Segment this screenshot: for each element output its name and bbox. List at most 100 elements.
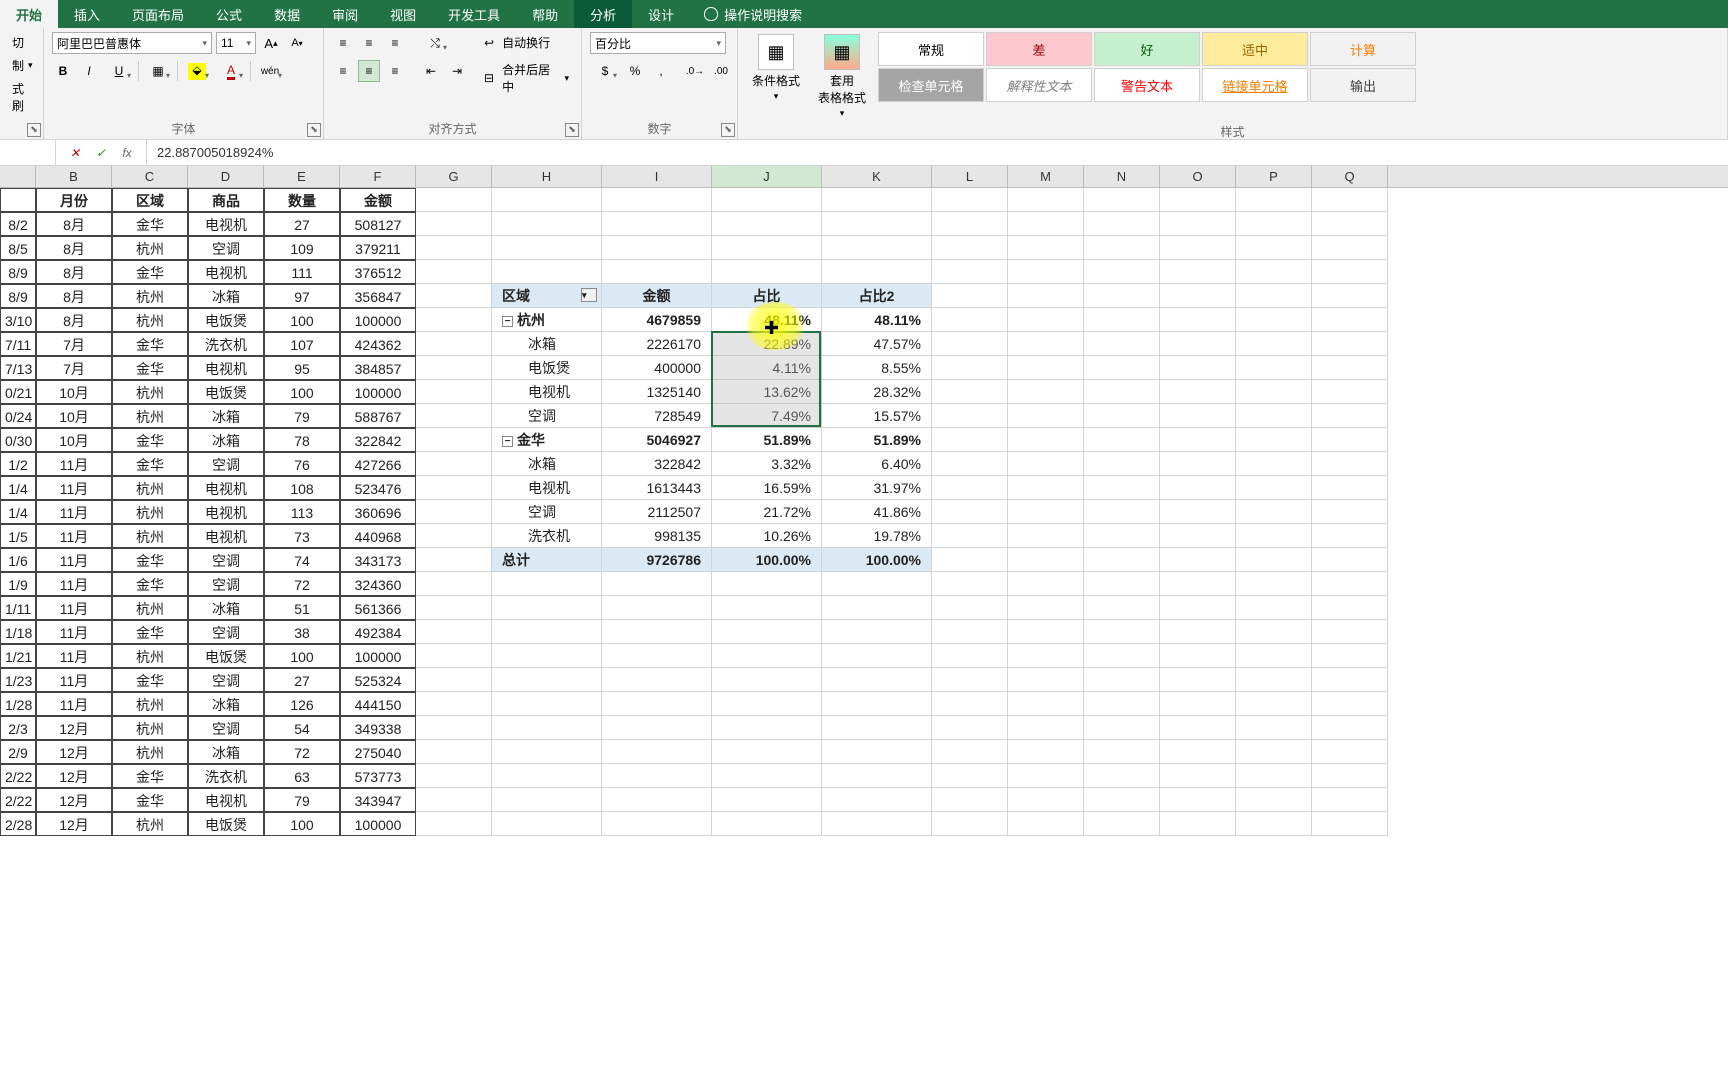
cell[interactable]	[1312, 212, 1388, 236]
cell[interactable]	[1160, 740, 1236, 764]
cell[interactable]	[416, 284, 492, 308]
data-region[interactable]: 金华	[112, 260, 188, 284]
worksheet[interactable]: BCDEFGHIJKLMNOPQ 月份区域商品数量金额8/28月金华电视机275…	[0, 166, 1728, 836]
cell[interactable]	[932, 356, 1008, 380]
pivot-hdr-pct2[interactable]: 占比2	[822, 284, 932, 308]
cell[interactable]	[416, 740, 492, 764]
data-product[interactable]: 电视机	[188, 212, 264, 236]
data-date[interactable]: 1/21	[0, 644, 36, 668]
data-month[interactable]: 11月	[36, 596, 112, 620]
data-qty[interactable]: 72	[264, 740, 340, 764]
cell[interactable]	[932, 380, 1008, 404]
cell[interactable]	[712, 596, 822, 620]
pivot-row-label[interactable]: 空调	[492, 500, 602, 524]
cell[interactable]	[1312, 668, 1388, 692]
data-product[interactable]: 冰箱	[188, 428, 264, 452]
cell[interactable]	[1008, 260, 1084, 284]
cell[interactable]	[822, 212, 932, 236]
data-date[interactable]: 0/30	[0, 428, 36, 452]
cell[interactable]	[416, 212, 492, 236]
cell[interactable]	[1008, 812, 1084, 836]
data-amount[interactable]: 360696	[340, 500, 416, 524]
col-header-K[interactable]: K	[822, 166, 932, 187]
data-product[interactable]: 空调	[188, 452, 264, 476]
cell[interactable]	[1236, 644, 1312, 668]
cell[interactable]	[416, 668, 492, 692]
tab-insert[interactable]: 插入	[58, 0, 116, 28]
cell[interactable]	[932, 716, 1008, 740]
pivot-row-label[interactable]: 电饭煲	[492, 356, 602, 380]
data-region[interactable]: 杭州	[112, 740, 188, 764]
pivot-amount[interactable]: 2226170	[602, 332, 712, 356]
cell[interactable]	[1084, 548, 1160, 572]
tab-view[interactable]: 视图	[374, 0, 432, 28]
align-center-button[interactable]: ≡	[358, 60, 380, 82]
cell-styles-gallery[interactable]: 常规差好适中计算检查单元格解释性文本警告文本链接单元格输出	[878, 32, 1416, 102]
pivot-pct2[interactable]: 41.86%	[822, 500, 932, 524]
cell[interactable]	[602, 692, 712, 716]
cell[interactable]	[602, 764, 712, 788]
cell[interactable]	[932, 260, 1008, 284]
data-amount[interactable]: 561366	[340, 596, 416, 620]
data-product[interactable]: 空调	[188, 236, 264, 260]
data-qty[interactable]: 27	[264, 212, 340, 236]
data-month[interactable]: 11月	[36, 572, 112, 596]
data-amount[interactable]: 275040	[340, 740, 416, 764]
col-header-C[interactable]: C	[112, 166, 188, 187]
pivot-pct[interactable]: 51.89%	[712, 428, 822, 452]
tell-me-search[interactable]: 操作说明搜索	[690, 0, 816, 28]
cell[interactable]	[822, 764, 932, 788]
cell[interactable]	[932, 500, 1008, 524]
data-amount[interactable]: 324360	[340, 572, 416, 596]
data-product[interactable]: 冰箱	[188, 284, 264, 308]
data-amount[interactable]: 343173	[340, 548, 416, 572]
col-header-J[interactable]: J	[712, 166, 822, 187]
cell[interactable]	[416, 332, 492, 356]
data-product[interactable]: 电饭煲	[188, 812, 264, 836]
cell[interactable]	[492, 788, 602, 812]
data-product[interactable]: 电饭煲	[188, 308, 264, 332]
cell[interactable]	[1236, 236, 1312, 260]
cell[interactable]	[1236, 524, 1312, 548]
cell[interactable]	[1008, 692, 1084, 716]
pivot-total-label[interactable]: 总计	[492, 548, 602, 572]
cell[interactable]	[416, 500, 492, 524]
cell[interactable]	[1008, 524, 1084, 548]
cell[interactable]	[1008, 380, 1084, 404]
pivot-hdr-region[interactable]: 区域▾	[492, 284, 602, 308]
data-month[interactable]: 7月	[36, 332, 112, 356]
data-qty[interactable]: 100	[264, 380, 340, 404]
pivot-pct2[interactable]: 51.89%	[822, 428, 932, 452]
cell[interactable]	[602, 260, 712, 284]
cell[interactable]	[602, 188, 712, 212]
cell[interactable]	[932, 476, 1008, 500]
pivot-amount[interactable]: 5046927	[602, 428, 712, 452]
cell[interactable]	[1312, 308, 1388, 332]
cell[interactable]	[416, 260, 492, 284]
cell[interactable]	[1236, 284, 1312, 308]
select-all-corner[interactable]	[0, 166, 36, 187]
style-检查单元格[interactable]: 检查单元格	[878, 68, 984, 102]
cell[interactable]	[712, 668, 822, 692]
cell[interactable]	[602, 812, 712, 836]
data-month[interactable]: 12月	[36, 740, 112, 764]
cell[interactable]	[932, 596, 1008, 620]
data-month[interactable]: 8月	[36, 284, 112, 308]
pivot-amount[interactable]: 2112507	[602, 500, 712, 524]
cell[interactable]	[932, 452, 1008, 476]
data-qty[interactable]: 79	[264, 788, 340, 812]
pivot-pct2[interactable]: 8.55%	[822, 356, 932, 380]
cell[interactable]	[1236, 188, 1312, 212]
conditional-format-button[interactable]: ▦ 条件格式▾	[746, 32, 806, 104]
data-date[interactable]: 7/11	[0, 332, 36, 356]
tab-formulas[interactable]: 公式	[200, 0, 258, 28]
cell[interactable]	[1084, 644, 1160, 668]
data-qty[interactable]: 109	[264, 236, 340, 260]
data-product[interactable]: 电饭煲	[188, 644, 264, 668]
cell[interactable]	[712, 740, 822, 764]
cell[interactable]	[712, 644, 822, 668]
col-header-M[interactable]: M	[1008, 166, 1084, 187]
cell[interactable]	[1084, 788, 1160, 812]
cell[interactable]	[416, 404, 492, 428]
cell[interactable]	[416, 428, 492, 452]
